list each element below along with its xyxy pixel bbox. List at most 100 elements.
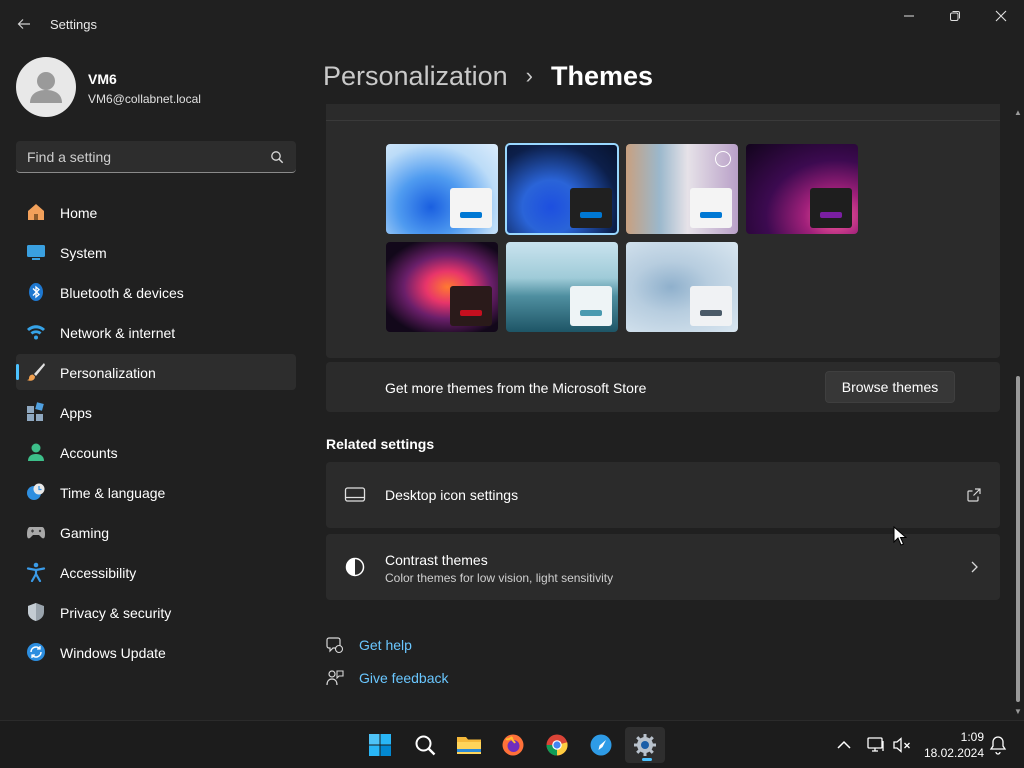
theme-picker	[326, 104, 1000, 358]
user-name: VM6	[88, 71, 117, 87]
file-explorer-button[interactable]	[449, 727, 489, 763]
sidebar-item-windows-update[interactable]: Windows Update	[16, 634, 296, 670]
sidebar-item-system[interactable]: System	[16, 234, 296, 270]
theme-tile-flow[interactable]	[626, 242, 738, 332]
chrome-icon	[546, 734, 568, 756]
search-input[interactable]: Find a setting	[27, 149, 111, 165]
theme-tile-glow[interactable]	[746, 144, 858, 234]
gear-icon	[634, 734, 656, 756]
theme-tile-windows-spotlight[interactable]	[626, 144, 738, 234]
brush-icon	[27, 363, 45, 381]
accounts-icon	[28, 443, 44, 461]
sidebar-item-accessibility[interactable]: Accessibility	[16, 554, 296, 590]
vertical-scrollbar[interactable]: ▲ ▼	[1012, 104, 1024, 718]
user-profile[interactable]: VM6 VM6@collabnet.local	[16, 57, 306, 117]
sidebar-item-label: Home	[60, 205, 98, 221]
telegram-like-app-button[interactable]	[581, 727, 621, 763]
firefox-button[interactable]	[493, 727, 533, 763]
sidebar-item-gaming[interactable]: Gaming	[16, 514, 296, 550]
settings-app-button[interactable]	[625, 727, 665, 763]
close-icon	[995, 10, 1007, 22]
title-bar: Settings	[0, 0, 1024, 48]
breadcrumb-parent[interactable]: Personalization	[323, 61, 508, 92]
theme-tile-sunrise[interactable]	[506, 242, 618, 332]
sidebar-item-label: System	[60, 245, 107, 261]
user-silhouette-icon	[30, 72, 62, 103]
desktop-icon	[344, 487, 366, 502]
volume-muted-icon[interactable]	[892, 735, 912, 755]
theme-tile-windows-light[interactable]	[386, 144, 498, 234]
minimize-button[interactable]	[886, 0, 932, 32]
window-title: Settings	[50, 17, 97, 32]
external-link-icon	[967, 488, 981, 502]
close-button[interactable]	[978, 0, 1024, 32]
scroll-up-arrow-icon[interactable]: ▲	[1014, 108, 1022, 117]
sidebar-item-label: Personalization	[60, 365, 156, 381]
sidebar-item-label: Accounts	[60, 445, 118, 461]
sidebar-item-personalization[interactable]: Personalization	[16, 354, 296, 390]
sidebar-item-label: Gaming	[60, 525, 110, 541]
theme-tile-captured-motion[interactable]	[386, 242, 498, 332]
scroll-thumb[interactable]	[1016, 376, 1020, 702]
sidebar-item-label: Windows Update	[60, 645, 166, 661]
give-feedback-text[interactable]: Give feedback	[359, 670, 449, 686]
clock-date: 18.02.2024	[923, 746, 984, 760]
sidebar-item-privacy[interactable]: Privacy & security	[16, 594, 296, 630]
sidebar-item-time-language[interactable]: Time & language	[16, 474, 296, 510]
sidebar-item-apps[interactable]: Apps	[16, 394, 296, 430]
browse-themes-button[interactable]: Browse themes	[825, 371, 955, 403]
sidebar-nav: Home System Bluetooth & devices Network …	[16, 194, 296, 674]
network-icon[interactable]	[866, 735, 886, 755]
contrast-icon	[345, 557, 365, 577]
sidebar-item-label: Apps	[60, 405, 92, 421]
active-app-indicator	[642, 758, 652, 761]
windows-logo-icon	[369, 734, 391, 756]
setting-title: Contrast themes	[385, 552, 488, 568]
page-title: Themes	[550, 60, 653, 91]
help-chat-icon	[326, 637, 344, 654]
clock-globe-icon	[27, 483, 45, 500]
sidebar-item-accounts[interactable]: Accounts	[16, 434, 296, 470]
desktop-icon-settings-card[interactable]: Desktop icon settings	[326, 462, 1000, 528]
theme-tile-windows-dark[interactable]	[505, 143, 619, 235]
notification-bell-icon[interactable]	[988, 735, 1008, 755]
sidebar-item-network[interactable]: Network & internet	[16, 314, 296, 350]
breadcrumb-separator: ›	[525, 63, 533, 88]
system-clock[interactable]: 1:09 18.02.2024	[918, 729, 984, 761]
feedback-icon	[326, 670, 344, 686]
search-icon	[415, 735, 436, 756]
mouse-cursor-icon	[893, 526, 907, 546]
restore-icon	[950, 11, 960, 21]
back-button[interactable]	[10, 10, 38, 38]
gamepad-icon	[27, 527, 45, 539]
minimize-icon	[904, 15, 914, 17]
setting-subtitle: Color themes for low vision, light sensi…	[385, 571, 614, 585]
get-help-text[interactable]: Get help	[359, 637, 412, 653]
store-row: Get more themes from the Microsoft Store…	[326, 362, 1000, 412]
compass-app-icon	[590, 734, 612, 756]
sidebar-item-label: Time & language	[60, 485, 166, 501]
chrome-button[interactable]	[537, 727, 577, 763]
start-button[interactable]	[360, 727, 400, 763]
chevron-up-icon[interactable]	[834, 735, 854, 755]
sidebar-item-label: Privacy & security	[60, 605, 172, 621]
search-button[interactable]	[405, 727, 445, 763]
back-arrow-icon	[17, 19, 30, 29]
sidebar-item-bluetooth[interactable]: Bluetooth & devices	[16, 274, 296, 310]
search-box[interactable]: Find a setting	[16, 141, 296, 173]
accessibility-icon	[26, 562, 46, 582]
scroll-down-arrow-icon[interactable]: ▼	[1014, 707, 1022, 716]
search-icon	[271, 151, 284, 164]
user-email: VM6@collabnet.local	[88, 92, 201, 106]
main-content: Get more themes from the Microsoft Store…	[326, 104, 1000, 718]
restore-button[interactable]	[932, 0, 978, 32]
system-icon	[27, 245, 45, 260]
avatar	[16, 57, 76, 117]
breadcrumb: Personalization › Themes	[323, 58, 653, 94]
setting-title: Desktop icon settings	[385, 487, 519, 503]
spotlight-icon	[715, 151, 731, 167]
card-divider	[326, 120, 1000, 121]
sidebar-item-home[interactable]: Home	[16, 194, 296, 230]
sidebar-item-label: Accessibility	[60, 565, 137, 581]
update-icon	[27, 643, 45, 661]
